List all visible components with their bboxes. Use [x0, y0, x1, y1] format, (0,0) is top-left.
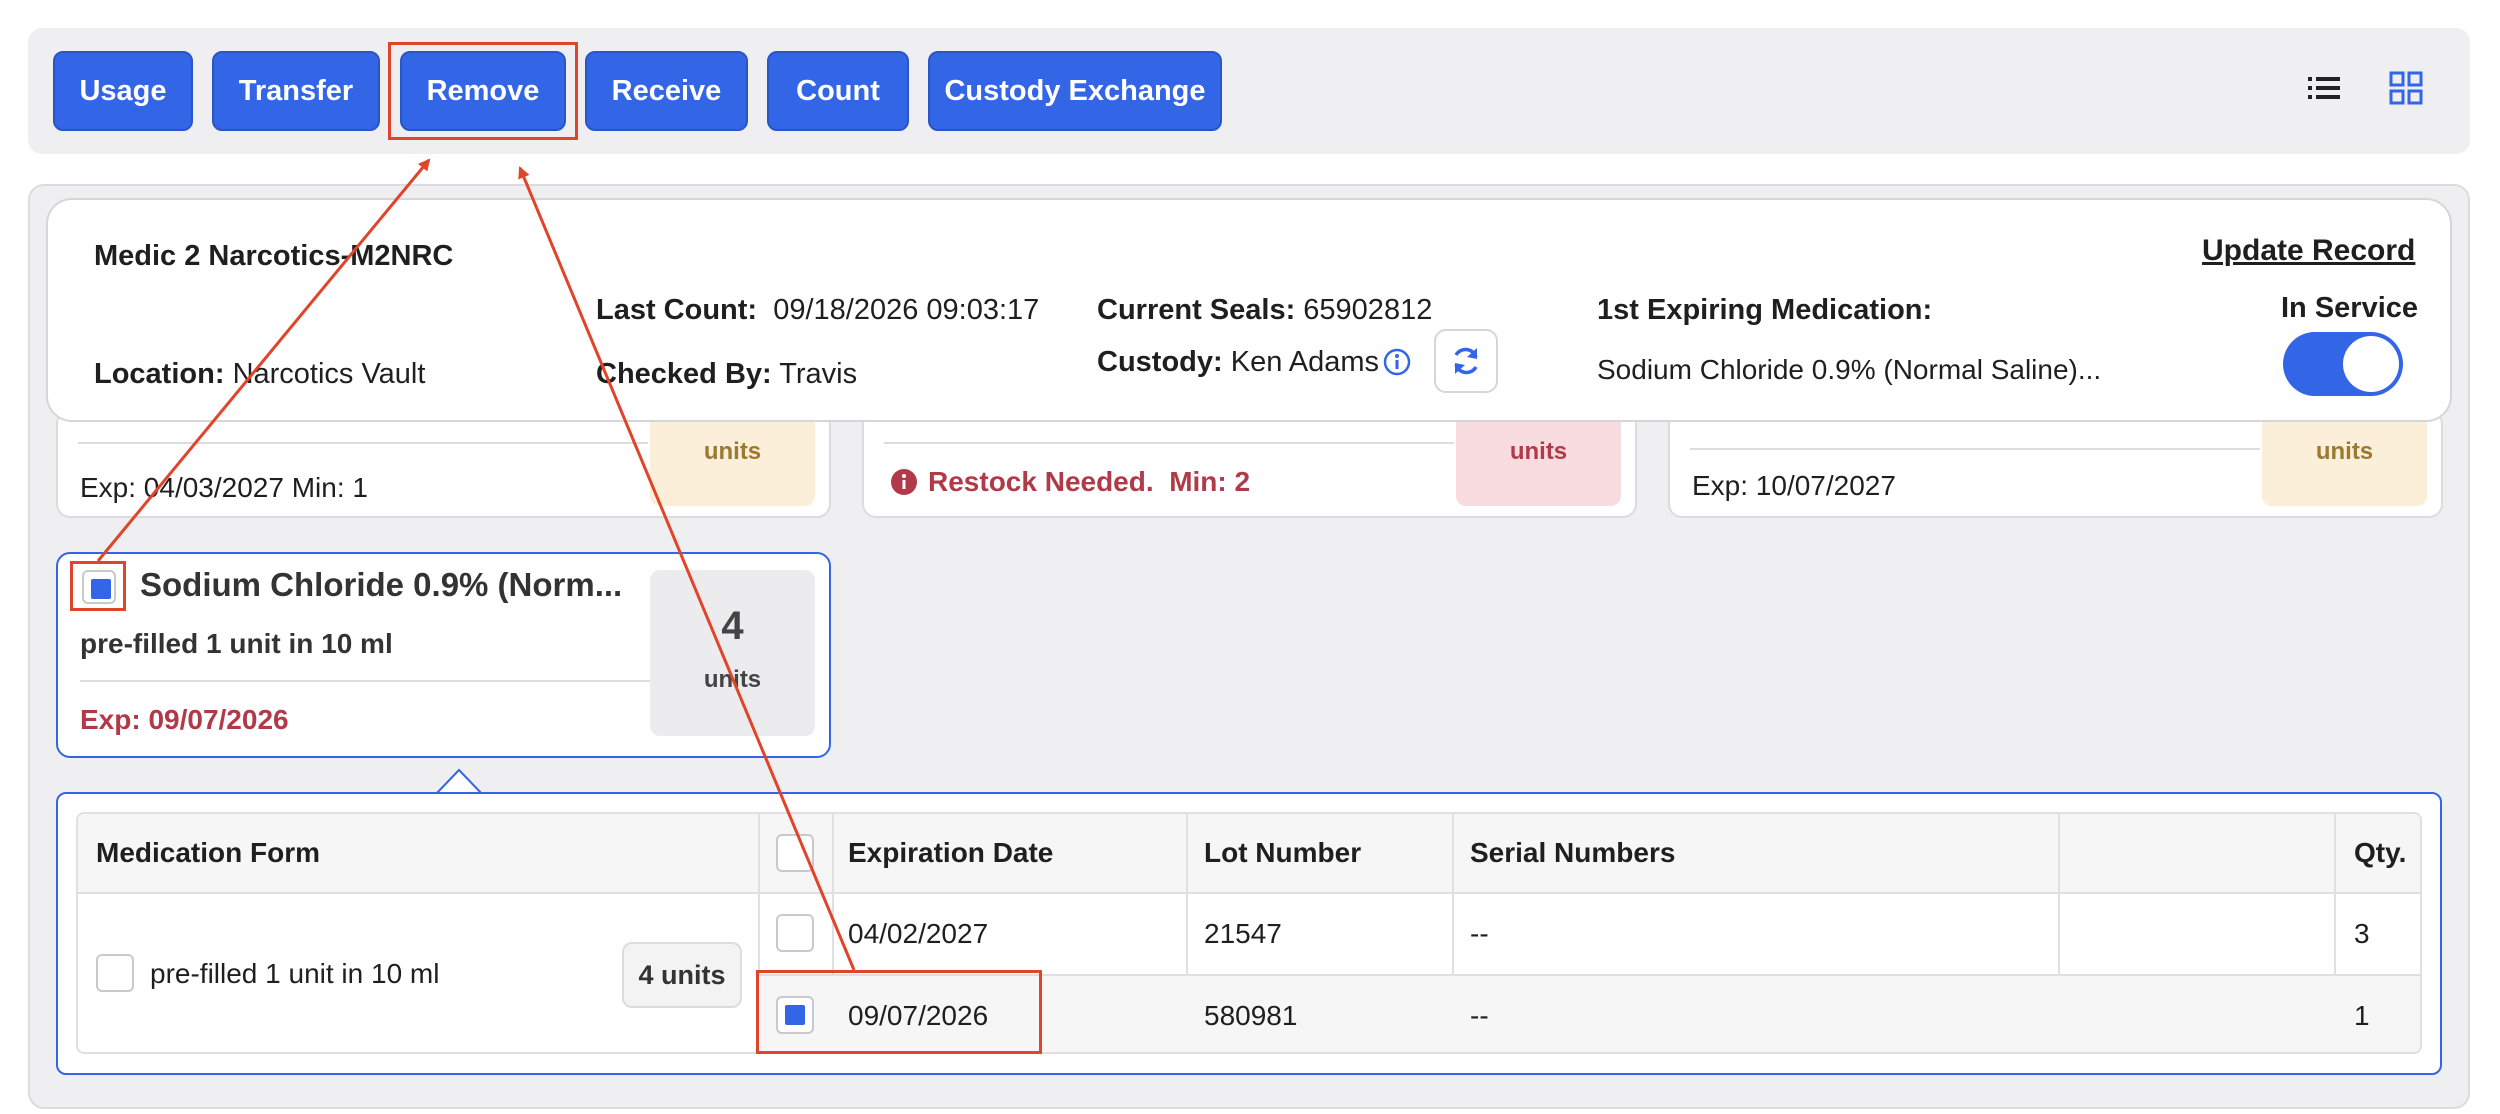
row-qty: 3	[2354, 918, 2370, 949]
update-record-link[interactable]: Update Record	[2202, 234, 2415, 268]
remove-button-highlight	[388, 42, 578, 140]
form-units-badge: 4 units	[622, 942, 742, 1008]
units-box: units	[650, 410, 815, 506]
grid-icon[interactable]	[2388, 70, 2424, 106]
row-qty: 1	[2354, 1000, 2370, 1031]
units-label: units	[703, 666, 762, 693]
form-checkbox[interactable]	[96, 954, 134, 992]
unit-count: 4	[721, 604, 744, 648]
current-seals: Current Seals: 65902812	[1097, 294, 1433, 326]
in-service-label: In Service	[2281, 292, 2419, 324]
row-lot: 21547	[1204, 918, 1282, 949]
card-exp: Exp: 09/07/2026	[80, 704, 289, 735]
row-serial: --	[1470, 918, 1489, 949]
lot-table: Medication Form Expiration Date Lot Numb…	[76, 812, 2422, 1054]
toggle-knob	[2343, 336, 2399, 392]
card-subtitle: pre-filled 1 unit in 10 ml	[80, 628, 393, 659]
refresh-custody-button[interactable]	[1434, 329, 1498, 393]
in-service-toggle[interactable]	[2283, 332, 2403, 396]
alert-icon	[891, 469, 917, 495]
card-exp: Exp: 04/03/2027 Min: 1	[80, 472, 368, 503]
first-expiring-value: Sodium Chloride 0.9% (Normal Saline)...	[1597, 354, 2102, 385]
row-lot: 580981	[1204, 1000, 1298, 1031]
custody: Custody: Ken Adams	[1097, 346, 1380, 378]
row-highlight	[756, 970, 1042, 1054]
medication-card-1[interactable]: Exp: 04/03/2027 Min: 1 units	[56, 410, 831, 518]
header-medication-form: Medication Form	[96, 837, 321, 868]
checked-by: Checked By: Travis	[596, 358, 858, 390]
restock-alert: Restock Needed. Min: 2	[928, 466, 1251, 497]
select-all-checkbox[interactable]	[776, 834, 814, 872]
medication-card-2[interactable]: Restock Needed. Min: 2 units	[862, 410, 1637, 518]
header-qty: Qty.	[2354, 837, 2407, 868]
first-expiring-label: 1st Expiring Medication:	[1597, 294, 1933, 326]
form-value: pre-filled 1 unit in 10 ml	[150, 958, 440, 989]
row-checkbox[interactable]	[776, 914, 814, 952]
location: Location: Narcotics Vault	[94, 358, 426, 390]
units-box: units	[1456, 410, 1621, 506]
transfer-button[interactable]: Transfer	[212, 51, 380, 131]
units-box: units	[2262, 410, 2427, 506]
row-serial: --	[1470, 1000, 1489, 1031]
list-icon[interactable]	[2306, 70, 2342, 106]
medication-card-3[interactable]: Exp: 10/07/2027 units	[1668, 410, 2443, 518]
card-pointer	[436, 768, 482, 794]
count-button[interactable]: Count	[767, 51, 909, 131]
header-serial-numbers: Serial Numbers	[1470, 837, 1676, 868]
custody-exchange-button[interactable]: Custody Exchange	[928, 51, 1222, 131]
header-expiration-date: Expiration Date	[848, 837, 1054, 868]
kit-title: Medic 2 Narcotics-M2NRC	[94, 240, 454, 272]
last-count: Last Count: 09/18/2026 09:03:17	[596, 294, 1040, 326]
selected-medication-card[interactable]: Sodium Chloride 0.9% (Norm... pre-filled…	[56, 552, 831, 758]
card-checkbox-highlight	[70, 561, 126, 611]
header-lot-number: Lot Number	[1204, 837, 1362, 868]
receive-button[interactable]: Receive	[585, 51, 748, 131]
refresh-icon	[1454, 347, 1478, 375]
info-icon[interactable]	[1383, 348, 1411, 376]
row-expiration: 04/02/2027	[848, 918, 989, 949]
usage-button[interactable]: Usage	[53, 51, 193, 131]
units-box: 4 units	[650, 570, 815, 736]
card-exp: Exp: 10/07/2027	[1692, 470, 1896, 501]
card-title: Sodium Chloride 0.9% (Norm...	[140, 566, 623, 603]
